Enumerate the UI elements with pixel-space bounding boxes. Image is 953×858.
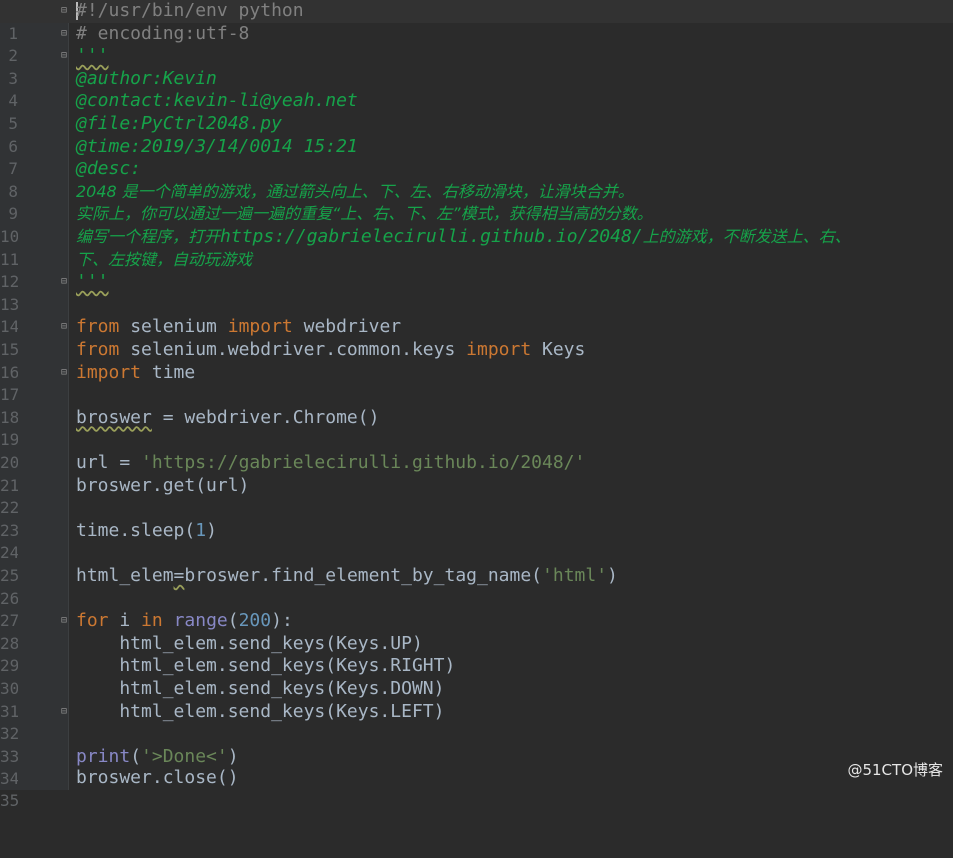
- fold-marker-icon[interactable]: ⊟: [61, 321, 70, 332]
- equals-warning: =: [173, 565, 185, 586]
- code-line-10[interactable]: 10 实际上，你可以通过一遍一遍的重复“上、右、下、左”模式，获得相当高的分数。: [0, 203, 953, 246]
- docstring-file: @file:PyCtrl2048.py: [76, 113, 282, 134]
- code-line-21[interactable]: 21 url = 'https://gabrielecirulli.github…: [0, 452, 953, 495]
- code-line-24[interactable]: 24 time.sleep(1): [0, 519, 953, 563]
- code-editor[interactable]: 1 ⊟ #!/usr/bin/env python 2 ⊟ # encoding…: [0, 0, 953, 810]
- code-line-14[interactable]: 14: [0, 294, 953, 336]
- code-line-1[interactable]: 1 ⊟ #!/usr/bin/env python: [0, 0, 953, 43]
- code-line-17[interactable]: 17 ⊟ import time: [0, 361, 953, 405]
- code-line-29[interactable]: 29 html_elem.send_keys(Keys.UP): [0, 633, 953, 676]
- docstring-open: ''': [76, 45, 109, 67]
- fold-marker-icon[interactable]: ⊟: [61, 367, 70, 378]
- docstring-url: https://gabrielecirulli.github.io/2048/: [220, 226, 643, 247]
- docstring-text: 实际上，你可以通过一遍一遍的重复“上、右、下、左”模式，获得相当高的分数。: [76, 204, 653, 224]
- code-line-12[interactable]: 12 下、左按键，自动玩游戏: [0, 249, 953, 292]
- fold-marker-icon[interactable]: ⊟: [61, 28, 70, 39]
- string-html: 'html': [542, 565, 608, 586]
- code-line-9[interactable]: 9 2048 是一个简单的游戏，通过箭头向上、下、左、右移动滑块，让滑块合并。: [0, 181, 953, 224]
- docstring-time: @time:2019/3/14/0014 15:21: [76, 135, 358, 157]
- code-line-19[interactable]: 19 broswer = webdriver.Chrome(): [0, 406, 953, 450]
- builtin-print: print: [76, 745, 131, 767]
- code-line-16[interactable]: 16 from selenium.webdriver.common.keys i…: [0, 339, 953, 382]
- builtin-range: range: [173, 610, 228, 632]
- code-line-8[interactable]: 8 @desc:: [0, 158, 953, 201]
- code-line-13[interactable]: 13 ⊟ ''': [0, 271, 953, 314]
- code-line-31[interactable]: 31 html_elem.send_keys(Keys.DOWN): [0, 678, 953, 721]
- code-line-26[interactable]: 26 html_elem=broswer.find_element_by_tag…: [0, 565, 953, 608]
- code-line-15[interactable]: 15 ⊟ from selenium import webdriver: [0, 316, 953, 359]
- code-line-2[interactable]: 2 ⊟ # encoding:utf-8: [0, 22, 953, 66]
- string-done: '>Done<': [141, 745, 228, 767]
- code-line-18[interactable]: 18: [0, 384, 953, 427]
- code-line-5[interactable]: 5 @contact:kevin-li@yeah.net: [0, 90, 953, 133]
- keyword-in: in: [141, 610, 163, 632]
- fold-marker-icon[interactable]: ⊟: [61, 706, 70, 717]
- number-literal: 1: [195, 519, 207, 541]
- code-line-6[interactable]: 6 @file:PyCtrl2048.py: [0, 113, 953, 156]
- fold-marker-icon[interactable]: ⊟: [61, 50, 70, 61]
- code-line-25[interactable]: 25: [0, 542, 953, 585]
- code-line-11[interactable]: 11 编写一个程序，打开https://gabrielecirulli.gith…: [0, 226, 953, 269]
- code-line-7[interactable]: 7 @time:2019/3/14/0014 15:21: [0, 135, 953, 179]
- keyword-for: for: [76, 610, 109, 632]
- number-literal: 200: [238, 610, 272, 632]
- string-url: 'https://gabrielecirulli.github.io/2048/…: [141, 452, 586, 473]
- encoding-comment: # encoding:utf-8: [76, 22, 250, 44]
- fold-marker-icon[interactable]: ⊟: [61, 5, 70, 16]
- code-line-34[interactable]: 34 print('>Done<'): [0, 745, 953, 789]
- docstring-text: 下、左按键，自动玩游戏: [76, 249, 253, 269]
- code-line-22[interactable]: 22 broswer.get(url): [0, 475, 953, 518]
- docstring-text: 编写一个程序，打开: [76, 227, 221, 246]
- code-line-33[interactable]: 33: [0, 723, 953, 766]
- docstring-contact: @contact:kevin-li@yeah.net: [76, 90, 358, 112]
- variable-broswer: broswer: [76, 406, 152, 428]
- fold-marker-icon[interactable]: ⊟: [61, 276, 70, 287]
- keyword-from: from: [76, 316, 120, 338]
- code-line-3[interactable]: 3 ⊟ ''': [0, 45, 953, 88]
- code-line-4[interactable]: 4 @author:Kevin: [0, 67, 953, 111]
- code-line-20[interactable]: 20: [0, 429, 953, 472]
- keyword-from: from: [76, 339, 120, 360]
- keyword-import: import: [466, 339, 532, 360]
- code-line-32[interactable]: 32 ⊟ html_elem.send_keys(Keys.LEFT): [0, 701, 953, 744]
- code-line-30[interactable]: 30 html_elem.send_keys(Keys.RIGHT): [0, 655, 953, 698]
- line-number: 35: [0, 790, 18, 810]
- docstring-desc: @desc:: [76, 158, 142, 180]
- docstring-close: ''': [76, 271, 109, 293]
- code-line-28[interactable]: 28 ⊟ for i in range(200):: [0, 610, 953, 653]
- keyword-import: import: [227, 316, 293, 338]
- shebang-comment: #!/usr/bin/env python: [76, 0, 304, 21]
- code-line-35[interactable]: 35 broswer.close(): [0, 767, 953, 810]
- fold-marker-icon[interactable]: ⊟: [61, 615, 70, 626]
- code-line-27[interactable]: 27: [0, 588, 953, 630]
- code-line-23[interactable]: 23: [0, 497, 953, 540]
- keyword-import: import: [76, 361, 142, 383]
- watermark: @51CTO博客: [847, 761, 943, 779]
- docstring-text: 2048 是一个简单的游戏，通过箭头向上、下、左、右移动滑块，让滑块合并。: [76, 181, 634, 201]
- docstring-text: 上的游戏，不断发送上、右、: [642, 227, 851, 246]
- docstring-author: @author:Kevin: [76, 67, 217, 89]
